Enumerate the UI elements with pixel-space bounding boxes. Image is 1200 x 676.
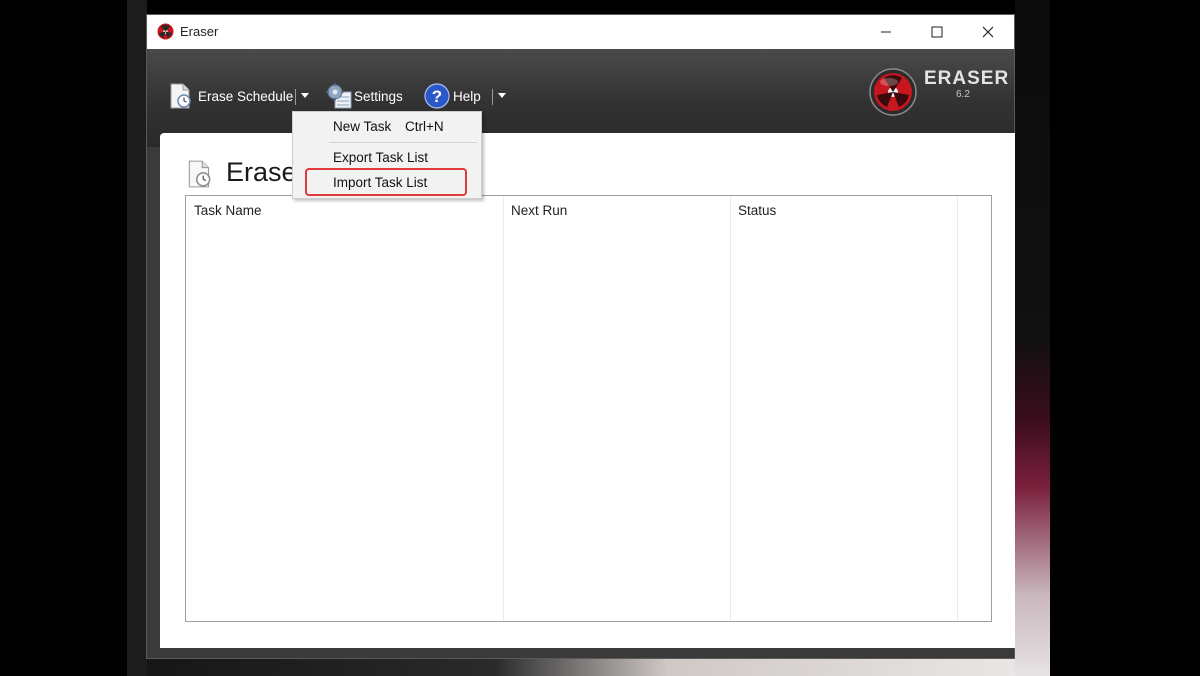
desktop-background-left <box>127 0 147 676</box>
minimize-icon <box>881 31 891 33</box>
settings-gear-icon <box>326 83 352 109</box>
help-label: Help <box>453 88 481 104</box>
menu-separator <box>329 142 477 143</box>
eraser-window: Eraser Erase Schedule Settings ? Help ER… <box>146 14 1015 659</box>
help-button[interactable]: ? Help <box>424 81 481 111</box>
eraser-logo-icon <box>869 68 917 116</box>
maximize-button[interactable] <box>914 15 960 49</box>
main-content: Erase Task Name Next Run Status <box>160 133 1015 648</box>
close-icon <box>982 26 994 38</box>
toolbar-separator <box>492 89 493 105</box>
settings-button[interactable]: Settings <box>325 81 403 111</box>
maximize-icon <box>931 26 943 38</box>
close-button[interactable] <box>965 15 1011 49</box>
page-title: Erase <box>226 157 297 187</box>
minimize-button[interactable] <box>863 15 909 49</box>
column-header-task-name[interactable]: Task Name <box>186 196 503 226</box>
help-question-icon: ? <box>424 83 450 109</box>
column-header-next-run[interactable]: Next Run <box>503 196 730 226</box>
erase-schedule-page-icon <box>188 160 211 188</box>
column-divider <box>503 196 504 621</box>
column-divider <box>957 196 958 621</box>
erase-schedule-icon <box>170 83 191 109</box>
menu-item-export-task-list[interactable]: Export Task List <box>293 146 481 170</box>
window-title: Eraser <box>180 24 219 39</box>
help-dropdown-arrow[interactable] <box>498 93 506 98</box>
erase-schedule-label: Erase Schedule <box>198 88 294 104</box>
svg-text:?: ? <box>432 87 442 106</box>
settings-label: Settings <box>354 88 403 104</box>
erase-schedule-button[interactable]: Erase Schedule <box>167 81 293 111</box>
column-header-status[interactable]: Status <box>730 196 957 226</box>
task-list-table[interactable]: Task Name Next Run Status <box>185 195 992 622</box>
toolbar-separator <box>295 89 296 105</box>
erase-schedule-dropdown-arrow[interactable] <box>301 93 309 98</box>
menu-item-label: Export Task List <box>333 150 429 165</box>
menu-item-new-task[interactable]: New Task Ctrl+N <box>293 115 481 139</box>
title-bar: Eraser <box>147 15 1014 49</box>
menu-item-label: New Task <box>333 119 392 134</box>
logo-version: 6.2 <box>956 89 970 100</box>
menu-item-shortcut: Ctrl+N <box>405 119 444 134</box>
desktop-background-bottom <box>147 658 1015 676</box>
highlight-annotation <box>305 168 467 196</box>
eraser-app-icon <box>157 23 174 40</box>
desktop-background-right <box>1015 0 1050 676</box>
column-divider <box>730 196 731 621</box>
logo-name: ERASER <box>924 68 1010 89</box>
